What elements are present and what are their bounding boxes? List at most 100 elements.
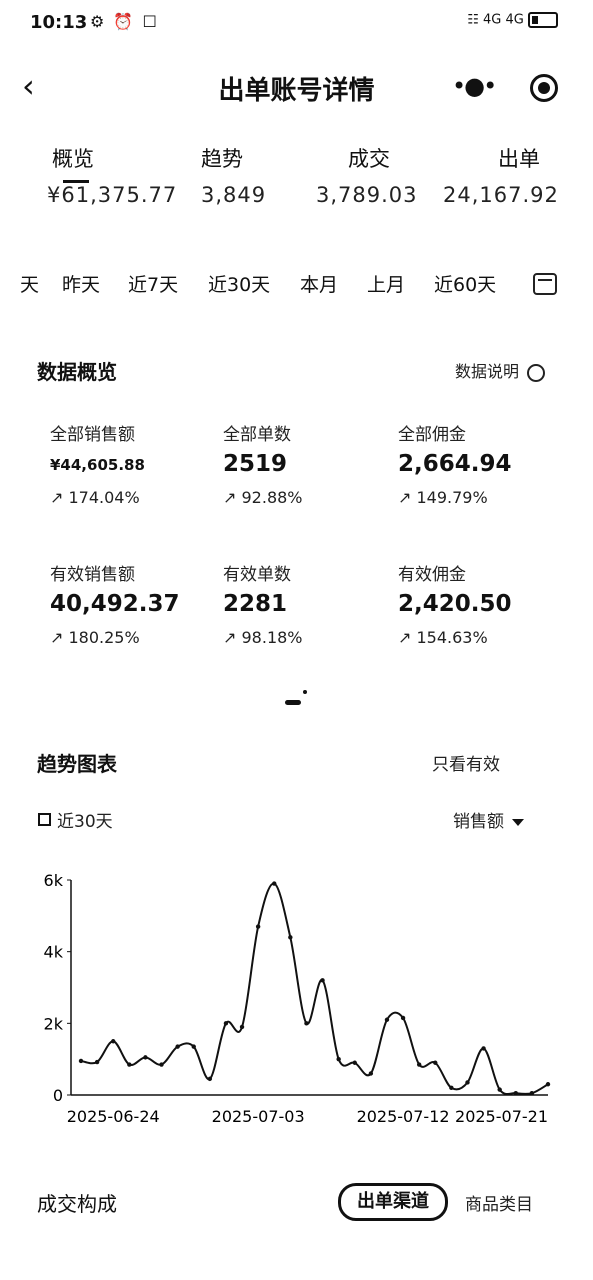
metric-change: ↗ 149.79%	[398, 488, 488, 507]
metric-label: 有效佣金	[398, 565, 466, 585]
data-point	[78, 1058, 84, 1064]
date-filter-this-month[interactable]: 本月	[300, 270, 338, 297]
metric-label: 有效销售额	[50, 565, 135, 585]
metric-value: 2,420.50	[398, 591, 512, 617]
data-point	[272, 881, 277, 886]
data-point	[94, 1059, 100, 1065]
page-indicator	[285, 690, 307, 709]
data-explain-label: 数据说明	[455, 362, 520, 381]
data-point	[255, 924, 261, 929]
data-point	[304, 1021, 309, 1026]
tab-deals[interactable]: 成交	[348, 143, 390, 173]
target-icon[interactable]	[530, 74, 558, 102]
data-point	[400, 1015, 406, 1021]
trend-up-icon: ↗	[50, 628, 69, 647]
data-point	[352, 1060, 357, 1065]
date-filter-day[interactable]: 天	[20, 270, 39, 297]
status-signal-icons: ☷ 4G 4G	[467, 12, 558, 28]
page-dot[interactable]	[303, 690, 307, 694]
trend-up-icon: ↗	[398, 628, 417, 647]
date-filter-7days[interactable]: 近7天	[128, 270, 178, 297]
metric-value: ¥44,605.88	[50, 456, 145, 474]
composition-title: 成交构成	[37, 1192, 117, 1216]
x-axis: 2025-06-24 2025-07-03 2025-07-12 2025-07-21	[67, 1094, 548, 1126]
trend-title: 趋势图表	[37, 752, 117, 776]
dropdown-caret-icon	[512, 818, 524, 826]
metric-label: 全部单数	[223, 425, 291, 445]
data-point	[465, 1080, 470, 1085]
data-point	[239, 1024, 245, 1030]
data-point	[497, 1087, 502, 1092]
legend-square-icon	[38, 813, 51, 826]
trend-chart: 02k4k6k 2025-06-24 2025-07-03 2025-07-12 20…	[44, 871, 551, 1126]
battery-icon	[528, 12, 558, 28]
series-line	[80, 882, 549, 1096]
date-filter-60days[interactable]: 近60天	[434, 270, 496, 297]
signal-icon: ☷ 4G 4G	[467, 12, 524, 28]
page-dot-active	[285, 700, 301, 705]
x-tick-label: 2025-07-03	[212, 1107, 305, 1126]
y-tick-label: 0	[53, 1086, 63, 1105]
legend-label: 近30天	[57, 812, 113, 832]
metric-change: ↗ 154.63%	[398, 628, 488, 647]
trend-up-icon: ↗	[50, 488, 69, 507]
tab-order-channel[interactable]: 出单渠道	[338, 1183, 448, 1221]
trend-up-icon: ↗	[223, 488, 242, 507]
data-point	[481, 1046, 486, 1051]
more-dots-icon[interactable]: •●•	[452, 72, 497, 100]
info-circle-icon	[527, 363, 546, 382]
data-point	[433, 1060, 438, 1065]
tab-orders[interactable]: 出单	[498, 143, 540, 173]
metric-value: 2519	[223, 451, 288, 477]
metric-label: 全部销售额	[50, 425, 135, 445]
data-point	[416, 1062, 422, 1067]
data-point	[111, 1039, 116, 1044]
metric-change: ↗ 180.25%	[50, 628, 140, 647]
calendar-icon[interactable]	[533, 273, 557, 295]
x-tick-label: 2025-07-21	[455, 1107, 548, 1126]
only-valid-toggle[interactable]: 只看有效	[432, 750, 500, 775]
tab-overview-value: ¥61,375.77	[47, 183, 178, 207]
metric-label: 有效单数	[223, 565, 291, 585]
y-axis: 0 2k 4k 6k	[44, 871, 72, 1105]
metric-change: ↗ 98.18%	[223, 628, 303, 647]
tab-deals-value: 3,789.03	[316, 183, 418, 207]
metric-select[interactable]: 销售额	[453, 807, 524, 832]
data-point	[288, 935, 293, 940]
metric-value: 2,664.94	[398, 451, 512, 477]
data-point	[207, 1076, 213, 1082]
date-filter-30days[interactable]: 近30天	[208, 270, 270, 297]
data-point	[384, 1017, 390, 1022]
page-title: 出单账号详情	[218, 76, 375, 106]
data-point	[545, 1082, 551, 1087]
tab-product-category[interactable]: 商品类目	[465, 1190, 533, 1215]
data-point	[529, 1091, 535, 1096]
data-explain-button[interactable]: 数据说明	[455, 358, 546, 382]
metric-label: 全部佣金	[398, 425, 466, 445]
trend-up-icon: ↗	[223, 628, 242, 647]
data-point	[336, 1056, 341, 1062]
x-tick-label: 2025-07-12	[357, 1107, 450, 1126]
y-tick-label: 2k	[44, 1014, 64, 1033]
x-tick-label: 2025-06-24	[67, 1107, 160, 1126]
tab-overview[interactable]: 概览	[52, 143, 94, 173]
y-tick-label: 4k	[44, 943, 64, 962]
data-point	[320, 978, 325, 983]
status-time: 10:13	[30, 12, 88, 33]
tab-orders-value: 24,167.92	[443, 183, 559, 207]
data-point	[223, 1021, 229, 1026]
data-point	[368, 1071, 374, 1076]
tab-trend[interactable]: 趋势	[201, 143, 243, 173]
tab-trend-value: 3,849	[201, 183, 267, 207]
status-notification-icons: ⚙ ⏰ ☐	[90, 12, 159, 31]
metric-select-label: 销售额	[453, 812, 504, 832]
date-filter-last-month[interactable]: 上月	[367, 270, 405, 297]
metric-value: 40,492.37	[50, 591, 180, 617]
y-tick-label: 6k	[44, 871, 64, 890]
status-bar: 10:13 ⚙ ⏰ ☐ ☷ 4G 4G	[0, 0, 593, 50]
data-point	[143, 1055, 148, 1060]
date-filter-yesterday[interactable]: 昨天	[62, 270, 100, 297]
nav-bar: ‹ 出单账号详情 •●•	[0, 60, 593, 114]
overview-title: 数据概览	[37, 360, 117, 384]
trend-up-icon: ↗	[398, 488, 417, 507]
